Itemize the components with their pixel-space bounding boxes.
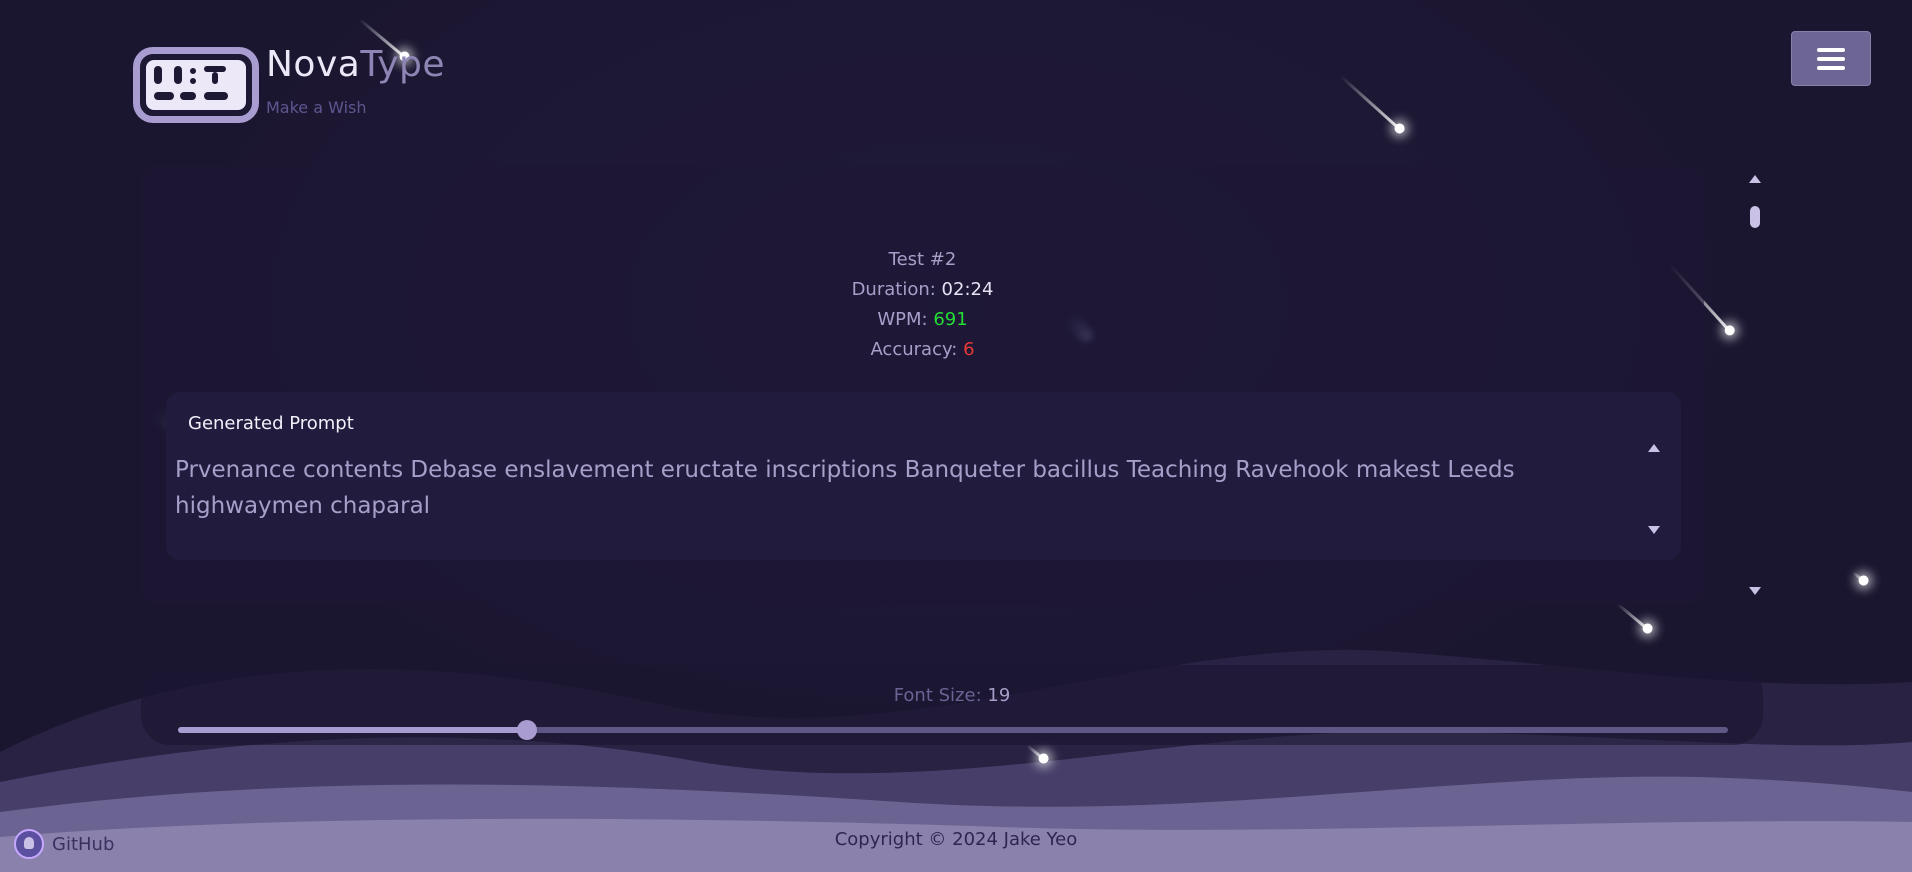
- app-tagline: Make a Wish: [266, 98, 367, 117]
- duration-value: 02:24: [941, 279, 994, 300]
- test-stats: Test #2 Duration: 02:24 WPM: 691 Accurac…: [141, 245, 1704, 365]
- font-size-value: 19: [987, 685, 1011, 706]
- panel-scrollbar-thumb[interactable]: [1750, 206, 1760, 228]
- font-size-slider[interactable]: [178, 720, 1728, 740]
- duration-row: Duration: 02:24: [141, 275, 1704, 305]
- accuracy-value: 6: [963, 339, 975, 360]
- duration-label: Duration:: [851, 279, 936, 300]
- font-size-label: Font Size:: [893, 685, 982, 706]
- prompt-text: Prvenance contents Debase enslavement er…: [175, 457, 1515, 519]
- logo-mark: [146, 60, 246, 110]
- prompt-title: Generated Prompt: [188, 413, 354, 434]
- test-title: Test #2: [888, 249, 957, 270]
- app-name: NovaType: [266, 44, 445, 85]
- app-name-part1: Nova: [266, 44, 361, 85]
- menu-button[interactable]: [1791, 31, 1871, 86]
- logo[interactable]: [133, 47, 259, 123]
- wpm-label: WPM:: [877, 309, 928, 330]
- accuracy-label: Accuracy:: [870, 339, 958, 360]
- font-size-label-row: Font Size: 19: [141, 685, 1763, 706]
- app-name-part2: Type: [360, 44, 446, 85]
- accuracy-row: Accuracy: 6: [141, 335, 1704, 365]
- font-size-slider-thumb[interactable]: [516, 720, 537, 740]
- hamburger-menu-icon: [1817, 47, 1845, 52]
- wpm-value: 691: [933, 309, 968, 330]
- copyright-text: Copyright © 2024 Jake Yeo: [834, 829, 1078, 850]
- font-size-slider-fill: [178, 727, 527, 733]
- panel-scroll-up-icon[interactable]: [1749, 175, 1761, 183]
- wpm-row: WPM: 691: [141, 305, 1704, 335]
- panel-scroll-down-icon[interactable]: [1749, 587, 1761, 595]
- prompt-scroll-down-icon[interactable]: [1648, 526, 1660, 534]
- prompt-scroll-up-icon[interactable]: [1648, 444, 1660, 452]
